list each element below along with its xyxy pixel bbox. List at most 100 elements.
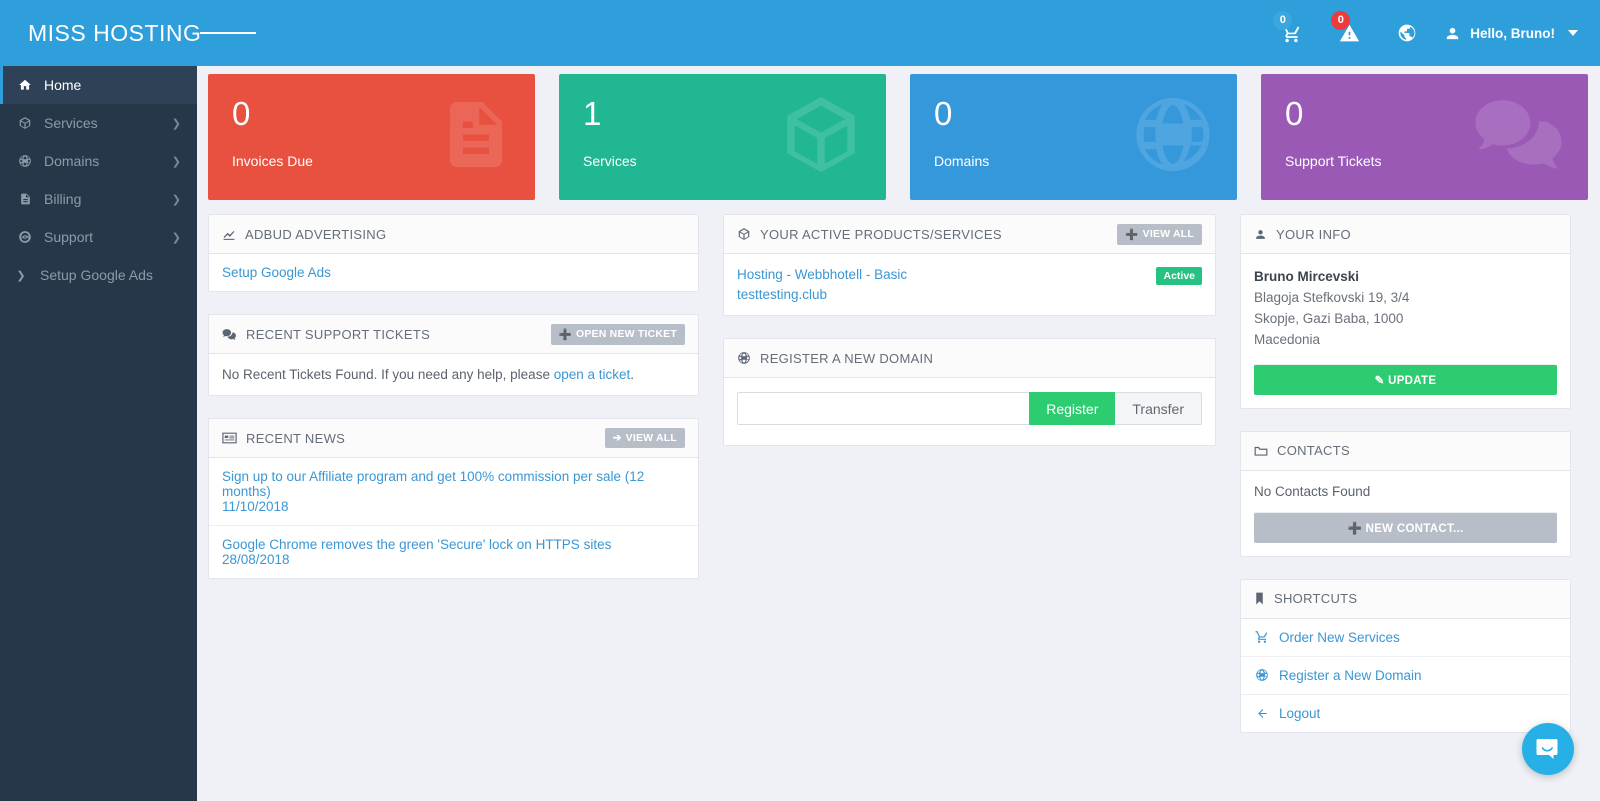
- plus-icon: ➕: [1125, 228, 1139, 241]
- transfer-button[interactable]: Transfer: [1115, 392, 1202, 426]
- update-info-button[interactable]: ✎ UPDATE: [1254, 363, 1557, 395]
- shortcut-label[interactable]: Logout: [1279, 706, 1320, 721]
- domain-search-form: Register Transfer: [724, 378, 1215, 445]
- news-item-date[interactable]: 11/10/2018: [222, 499, 289, 514]
- active-products-services-panel: YOUR ACTIVE PRODUCTS/SERVICES ➕ VIEW ALL…: [723, 214, 1216, 317]
- sidebar-item-label: Support: [44, 229, 94, 245]
- panel-header: RECENT SUPPORT TICKETS ➕ OPEN NEW TICKET: [209, 315, 698, 354]
- chevron-down-icon: [1568, 30, 1578, 36]
- box-icon: [776, 90, 866, 185]
- user-address-line-1: Blagoja Stefkovski 19, 3/4: [1254, 289, 1410, 305]
- globe-icon: [1254, 668, 1270, 682]
- brand-logo-text[interactable]: MISS HOSTING: [28, 20, 201, 47]
- stat-value: 0: [1285, 95, 1304, 132]
- sidebar-item-domains[interactable]: Domains ❯: [0, 142, 197, 180]
- panel-title-text: REGISTER A NEW DOMAIN: [760, 350, 934, 366]
- globe-icon: [1129, 91, 1217, 184]
- news-item[interactable]: Google Chrome removes the green 'Secure'…: [209, 526, 698, 578]
- panel-title-row: YOUR ACTIVE PRODUCTS/SERVICES: [737, 227, 1002, 242]
- user-greeting-label: Hello, Bruno!: [1470, 25, 1555, 41]
- box-icon: [737, 227, 751, 241]
- stat-value: 0: [934, 95, 953, 132]
- register-button[interactable]: Register: [1029, 392, 1116, 426]
- bookmark-icon: [1254, 592, 1265, 605]
- hamburger-icon[interactable]: [200, 0, 257, 66]
- stat-card-domains[interactable]: 0 Domains: [910, 74, 1237, 200]
- service-name-link[interactable]: Hosting - Webbhotell - Basic: [737, 267, 907, 282]
- shortcut-order-new-services[interactable]: Order New Services: [1241, 619, 1570, 657]
- panel-header: SHORTCUTS: [1241, 579, 1570, 619]
- stat-card-invoices-due[interactable]: 0 Invoices Due: [208, 74, 535, 200]
- plus-icon: ➕: [1347, 522, 1363, 535]
- shortcut-logout[interactable]: Logout: [1241, 695, 1570, 732]
- stat-value: 1: [583, 95, 602, 132]
- panel-title-row: CONTACTS: [1254, 443, 1350, 458]
- stat-label: Services: [583, 153, 637, 169]
- sidebar-item-support[interactable]: Support ❯: [0, 218, 197, 256]
- service-item-row[interactable]: Hosting - Webbhotell - Basic testtesting…: [724, 254, 1215, 315]
- panel-header: CONTACTS: [1241, 431, 1570, 471]
- user-icon: [1447, 27, 1459, 39]
- stat-card-services[interactable]: 1 Services: [559, 74, 886, 200]
- contacts-empty-state: No Contacts Found: [1254, 483, 1371, 499]
- user-address-line-2: Skopje, Gazi Baba, 1000: [1254, 310, 1404, 326]
- dashboard-columns: ADBUD ADVERTISING Setup Google Ads RECEN…: [197, 200, 1600, 755]
- domain-search-input[interactable]: [737, 392, 1030, 426]
- news-item-title[interactable]: Google Chrome removes the green 'Secure'…: [222, 537, 611, 552]
- stat-label: Domains: [934, 153, 990, 169]
- globe-icon: [737, 351, 751, 365]
- news-item-title[interactable]: Sign up to our Affiliate program and get…: [222, 469, 644, 499]
- user-account-menu[interactable]: Hello, Bruno!: [1436, 25, 1578, 42]
- setup-google-ads-link[interactable]: Setup Google Ads: [222, 265, 331, 280]
- panel-title-row: RECENT NEWS: [222, 431, 345, 446]
- panel-title-row: SHORTCUTS: [1254, 591, 1357, 606]
- sidebar-item-home[interactable]: Home: [0, 66, 197, 104]
- view-all-news-button[interactable]: ➔ VIEW ALL: [604, 428, 685, 448]
- service-domain-link[interactable]: testtesting.club: [737, 287, 827, 302]
- panel-title-text: RECENT NEWS: [246, 430, 346, 446]
- folder-icon: [1254, 445, 1268, 457]
- sidebar-item-services[interactable]: Services ❯: [0, 104, 197, 142]
- alerts-button[interactable]: 0: [1320, 0, 1378, 66]
- panel-title-row: ADBUD ADVERTISING: [222, 227, 386, 242]
- globe-icon: [14, 154, 36, 168]
- open-a-ticket-link[interactable]: open a ticket: [554, 367, 631, 382]
- sidebar-item-setup-google-ads[interactable]: ❯ Setup Google Ads: [0, 256, 197, 294]
- plus-icon: ➕: [558, 328, 572, 341]
- panel-title-row: REGISTER A NEW DOMAIN: [737, 351, 933, 366]
- sidebar-item-billing[interactable]: Billing ❯: [0, 180, 197, 218]
- your-info-panel: YOUR INFO Bruno Mircevski Blagoja Stefko…: [1240, 214, 1571, 409]
- register-domain-panel: REGISTER A NEW DOMAIN Register Transfer: [723, 338, 1216, 447]
- shopping-cart-button[interactable]: 0: [1262, 0, 1320, 66]
- shortcut-label[interactable]: Order New Services: [1279, 630, 1400, 645]
- view-all-news-label: VIEW ALL: [625, 432, 677, 444]
- view-all-services-button[interactable]: ➕ VIEW ALL: [1117, 223, 1202, 245]
- chevron-right-icon: ❯: [171, 155, 181, 168]
- open-new-ticket-button[interactable]: ➕ OPEN NEW TICKET: [550, 323, 685, 345]
- new-contact-button[interactable]: ➕ NEW CONTACT...: [1254, 511, 1557, 543]
- shortcut-register-new-domain[interactable]: Register a New Domain: [1241, 657, 1570, 695]
- box-icon: [14, 116, 36, 130]
- shortcuts-panel: SHORTCUTS Order New Services Register a …: [1240, 578, 1571, 733]
- file-icon: [14, 192, 36, 206]
- panel-header: REGISTER A NEW DOMAIN: [724, 339, 1215, 379]
- right-column: YOUR INFO Bruno Mircevski Blagoja Stefko…: [1240, 214, 1571, 755]
- shortcut-label[interactable]: Register a New Domain: [1279, 668, 1422, 683]
- news-item-date[interactable]: 28/08/2018: [222, 552, 290, 567]
- adbud-link-row: Setup Google Ads: [209, 254, 698, 291]
- sidebar-item-label: Home: [44, 77, 82, 93]
- news-item[interactable]: Sign up to our Affiliate program and get…: [209, 458, 698, 526]
- panel-title-text: RECENT SUPPORT TICKETS: [246, 326, 431, 342]
- panel-header: YOUR ACTIVE PRODUCTS/SERVICES ➕ VIEW ALL: [724, 215, 1215, 254]
- chat-widget-button[interactable]: [1522, 723, 1574, 775]
- contacts-panel: CONTACTS No Contacts Found ➕ NEW CONTACT…: [1240, 430, 1571, 557]
- panel-title-row: RECENT SUPPORT TICKETS: [222, 327, 430, 342]
- stat-card-support-tickets[interactable]: 0 Support Tickets: [1261, 74, 1588, 200]
- panel-title-text: CONTACTS: [1277, 443, 1350, 459]
- view-all-services-label: VIEW ALL: [1142, 228, 1194, 240]
- main-content-area: 0 Invoices Due 1 Services 0 Domains 0 Su…: [197, 66, 1600, 801]
- tickets-empty-suffix: .: [630, 367, 635, 382]
- sidebar-item-label: Services: [44, 115, 98, 131]
- language-globe-button[interactable]: [1378, 0, 1436, 66]
- sidebar-item-label: Billing: [44, 191, 82, 207]
